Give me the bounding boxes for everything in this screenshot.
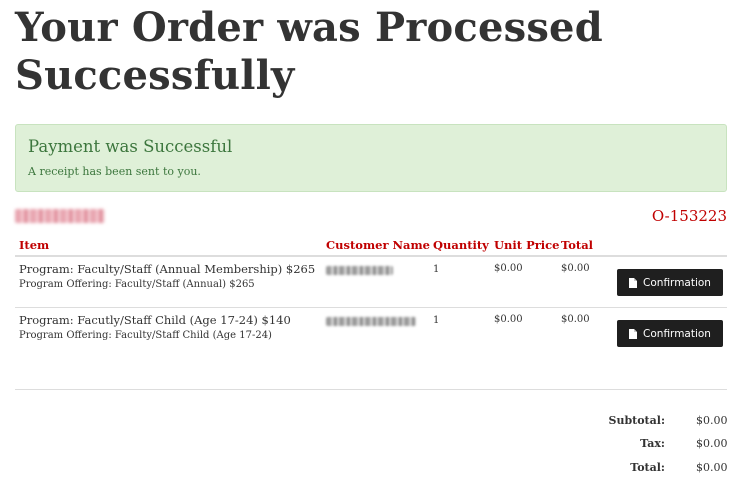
page-title: Your Order was Processed Successfully [15,4,603,99]
row-divider [15,307,727,308]
row-total: $0.00 [561,314,590,325]
tax-value: $0.00 [696,437,728,450]
row-customer-name-redacted [326,317,416,326]
tax-label: Tax: [640,437,665,450]
row-program-offering: Program Offering: Faculty/Staff Child (A… [19,330,272,341]
table-header-divider [15,255,727,257]
row-customer-name-redacted [326,266,393,275]
total-value: $0.00 [696,461,728,474]
order-confirmation-page: Your Order was Processed Successfully Pa… [15,0,728,474]
row-program-offering: Program Offering: Faculty/Staff (Annual)… [19,279,255,290]
row-quantity: 1 [433,264,440,275]
success-alert: Payment was Successful A receipt has bee… [15,124,727,192]
column-header-unit-price: Unit Price [494,238,560,252]
alert-message: A receipt has been sent to you. [28,165,201,178]
document-icon [629,277,638,288]
row-unit-price: $0.00 [494,263,523,274]
confirmation-button[interactable]: Confirmation [617,320,723,347]
row-item-name: Program: Faculty/Staff (Annual Membershi… [19,262,316,276]
subtotal-value: $0.00 [696,414,728,427]
row-unit-price: $0.00 [494,314,523,325]
customer-name-redacted [15,209,105,223]
summary-divider [15,389,727,390]
confirmation-button-label: Confirmation [643,327,711,340]
confirmation-button-label: Confirmation [643,276,711,289]
column-header-total: Total [561,238,594,252]
order-number: O-153223 [651,207,727,225]
document-icon [629,328,638,339]
column-header-quantity: Quantity [433,238,489,252]
row-total: $0.00 [561,263,590,274]
subtotal-label: Subtotal: [608,414,666,427]
total-label: Total: [630,461,665,474]
row-quantity: 1 [433,315,440,326]
confirmation-button[interactable]: Confirmation [617,269,723,296]
column-header-customer-name: Customer Name [326,238,430,252]
alert-title: Payment was Successful [28,137,233,156]
column-header-item: Item [19,238,50,252]
row-item-name: Program: Facutly/Staff Child (Age 17-24)… [19,313,291,327]
